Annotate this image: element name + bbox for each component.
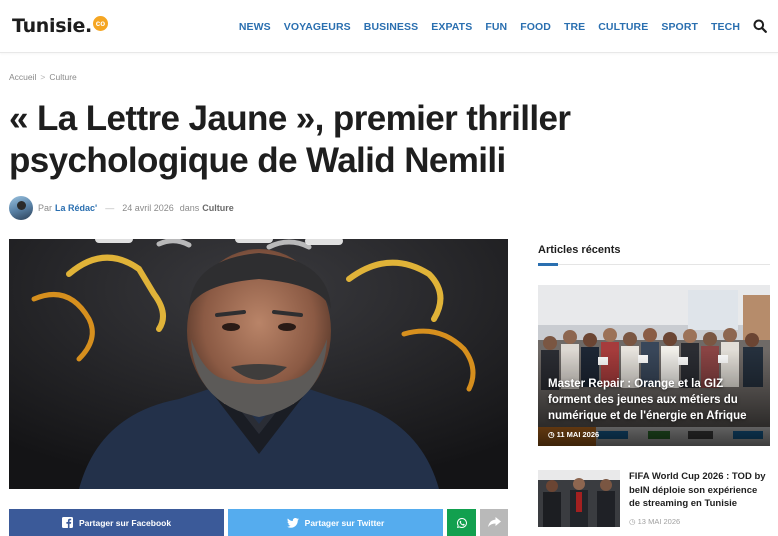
logo-badge: co <box>92 15 108 31</box>
search-icon[interactable] <box>753 19 767 33</box>
publish-date: 24 avril 2026 <box>122 203 174 213</box>
nav-item-expats[interactable]: EXPATS <box>431 21 472 33</box>
featured-image <box>9 239 508 489</box>
author-link[interactable]: La Rédac' <box>55 203 97 213</box>
logo-text: Tunisie. <box>12 15 92 37</box>
nav-item-tech[interactable]: TECH <box>711 21 740 33</box>
share-whatsapp-button[interactable] <box>447 509 476 536</box>
clock-icon: ◷ <box>548 430 557 439</box>
site-logo[interactable]: Tunisie. co <box>12 13 108 39</box>
recent-post-title[interactable]: FIFA World Cup 2026 : TOD by beIN déploi… <box>629 470 770 511</box>
recent-post-thumbnail[interactable] <box>538 470 620 527</box>
article-title: « La Lettre Jaune », premier thriller ps… <box>9 99 571 180</box>
nav-item-tre[interactable]: TRE <box>564 21 585 33</box>
site-header: Tunisie. co NEWS VOYAGEURS BUSINESS EXPA… <box>0 0 778 53</box>
recent-articles-heading: Articles récents <box>538 244 621 256</box>
recent-post-featured-title[interactable]: Master Repair : Orange et la GIZ forment… <box>548 376 766 424</box>
nav-item-fun[interactable]: FUN <box>485 21 507 33</box>
share-arrow-icon <box>487 517 501 527</box>
clock-icon: ◷ <box>629 517 638 526</box>
heading-accent <box>538 263 558 266</box>
nav-item-business[interactable]: BUSINESS <box>364 21 418 33</box>
heading-divider <box>538 264 770 265</box>
share-more-button[interactable] <box>480 509 508 536</box>
category-link[interactable]: Culture <box>202 203 234 213</box>
breadcrumb-current[interactable]: Culture <box>49 72 76 82</box>
recent-post-date: ◷ 13 MAI 2026 <box>629 517 680 526</box>
by-prefix: Par <box>38 203 53 213</box>
breadcrumb-separator: > <box>40 72 46 82</box>
share-facebook-button[interactable]: Partager sur Facebook <box>9 509 224 536</box>
recent-post-featured-date: ◷ 11 MAI 2026 <box>548 430 599 439</box>
facebook-icon <box>61 517 73 528</box>
whatsapp-icon <box>456 517 467 528</box>
share-twitter-label: Partager sur Twitter <box>304 517 385 528</box>
nav-item-sport[interactable]: SPORT <box>661 21 698 33</box>
author-avatar[interactable] <box>9 196 33 220</box>
recent-post-item[interactable]: FIFA World Cup 2026 : TOD by beIN déploi… <box>538 470 770 530</box>
recent-post-featured-date-text: 11 MAI 2026 <box>556 430 600 439</box>
article-meta: Par La Rédac' — 24 avril 2026 dans Cultu… <box>9 196 234 220</box>
nav-item-news[interactable]: NEWS <box>239 21 271 33</box>
recent-post-featured[interactable]: Master Repair : Orange et la GIZ forment… <box>538 285 770 446</box>
recent-post-date-text: 13 MAI 2026 <box>637 517 681 526</box>
meta-dash: — <box>105 203 115 213</box>
share-twitter-button[interactable]: Partager sur Twitter <box>228 509 443 536</box>
nav-item-culture[interactable]: CULTURE <box>598 21 648 33</box>
main-nav: NEWS VOYAGEURS BUSINESS EXPATS FUN FOOD … <box>226 0 740 53</box>
in-prefix: dans <box>179 203 200 213</box>
twitter-icon <box>286 517 299 528</box>
nav-item-voyageurs[interactable]: VOYAGEURS <box>284 21 351 33</box>
nav-item-food[interactable]: FOOD <box>520 21 551 33</box>
breadcrumb-home[interactable]: Accueil <box>9 72 36 82</box>
breadcrumb: Accueil > Culture <box>9 72 77 82</box>
share-facebook-label: Partager sur Facebook <box>78 517 172 528</box>
